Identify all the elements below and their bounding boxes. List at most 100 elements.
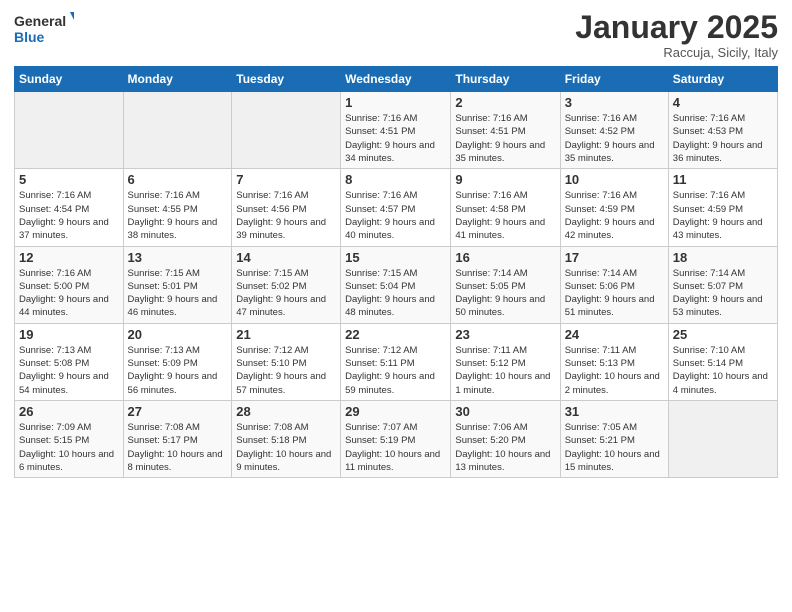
calendar-cell: 23 Sunrise: 7:11 AM Sunset: 5:12 PM Dayli…: [451, 323, 560, 400]
day-info: Sunrise: 7:16 AM Sunset: 4:59 PM Dayligh…: [565, 189, 664, 242]
day-number: 6: [128, 172, 228, 187]
day-number: 7: [236, 172, 336, 187]
day-number: 4: [673, 95, 773, 110]
day-info: Sunrise: 7:08 AM Sunset: 5:18 PM Dayligh…: [236, 421, 336, 474]
day-info: Sunrise: 7:16 AM Sunset: 4:51 PM Dayligh…: [345, 112, 446, 165]
day-number: 8: [345, 172, 446, 187]
day-number: 30: [455, 404, 555, 419]
day-number: 22: [345, 327, 446, 342]
day-number: 16: [455, 250, 555, 265]
calendar-cell: 8 Sunrise: 7:16 AM Sunset: 4:57 PM Daylig…: [341, 169, 451, 246]
day-number: 23: [455, 327, 555, 342]
calendar-cell: 2 Sunrise: 7:16 AM Sunset: 4:51 PM Daylig…: [451, 92, 560, 169]
day-info: Sunrise: 7:15 AM Sunset: 5:02 PM Dayligh…: [236, 267, 336, 320]
calendar-cell: 26 Sunrise: 7:09 AM Sunset: 5:15 PM Dayli…: [15, 400, 124, 477]
calendar-cell: 9 Sunrise: 7:16 AM Sunset: 4:58 PM Daylig…: [451, 169, 560, 246]
day-number: 1: [345, 95, 446, 110]
calendar-cell: [232, 92, 341, 169]
day-info: Sunrise: 7:14 AM Sunset: 5:06 PM Dayligh…: [565, 267, 664, 320]
calendar-cell: 30Sunrise: 7:06 AM Sunset: 5:20 PM Dayli…: [451, 400, 560, 477]
day-info: Sunrise: 7:10 AM Sunset: 5:14 PM Dayligh…: [673, 344, 773, 397]
week-row-0: 1 Sunrise: 7:16 AM Sunset: 4:51 PM Daylig…: [15, 92, 778, 169]
calendar-cell: 22Sunrise: 7:12 AM Sunset: 5:11 PM Dayli…: [341, 323, 451, 400]
calendar-cell: 28 Sunrise: 7:08 AM Sunset: 5:18 PM Dayli…: [232, 400, 341, 477]
day-number: 27: [128, 404, 228, 419]
day-number: 14: [236, 250, 336, 265]
day-number: 26: [19, 404, 119, 419]
day-info: Sunrise: 7:05 AM Sunset: 5:21 PM Dayligh…: [565, 421, 664, 474]
day-info: Sunrise: 7:16 AM Sunset: 4:57 PM Dayligh…: [345, 189, 446, 242]
header-thursday: Thursday: [451, 67, 560, 92]
calendar-cell: 17 Sunrise: 7:14 AM Sunset: 5:06 PM Dayli…: [560, 246, 668, 323]
day-info: Sunrise: 7:14 AM Sunset: 5:05 PM Dayligh…: [455, 267, 555, 320]
day-info: Sunrise: 7:16 AM Sunset: 5:00 PM Dayligh…: [19, 267, 119, 320]
calendar-cell: 4 Sunrise: 7:16 AM Sunset: 4:53 PM Daylig…: [668, 92, 777, 169]
week-row-4: 26 Sunrise: 7:09 AM Sunset: 5:15 PM Dayli…: [15, 400, 778, 477]
location: Raccuja, Sicily, Italy: [575, 45, 778, 60]
calendar-cell: 3Sunrise: 7:16 AM Sunset: 4:52 PM Daylig…: [560, 92, 668, 169]
header-friday: Friday: [560, 67, 668, 92]
calendar-cell: 13 Sunrise: 7:15 AM Sunset: 5:01 PM Dayli…: [123, 246, 232, 323]
day-info: Sunrise: 7:16 AM Sunset: 4:53 PM Dayligh…: [673, 112, 773, 165]
calendar-cell: 29 Sunrise: 7:07 AM Sunset: 5:19 PM Dayli…: [341, 400, 451, 477]
calendar-cell: 10 Sunrise: 7:16 AM Sunset: 4:59 PM Dayli…: [560, 169, 668, 246]
day-number: 15: [345, 250, 446, 265]
calendar-cell: 18 Sunrise: 7:14 AM Sunset: 5:07 PM Dayli…: [668, 246, 777, 323]
calendar-cell: 15 Sunrise: 7:15 AM Sunset: 5:04 PM Dayli…: [341, 246, 451, 323]
calendar-cell: 11 Sunrise: 7:16 AM Sunset: 4:59 PM Dayli…: [668, 169, 777, 246]
day-number: 25: [673, 327, 773, 342]
calendar-cell: 16 Sunrise: 7:14 AM Sunset: 5:05 PM Dayli…: [451, 246, 560, 323]
calendar-cell: 19 Sunrise: 7:13 AM Sunset: 5:08 PM Dayli…: [15, 323, 124, 400]
day-info: Sunrise: 7:13 AM Sunset: 5:09 PM Dayligh…: [128, 344, 228, 397]
day-number: 29: [345, 404, 446, 419]
calendar-cell: 6 Sunrise: 7:16 AM Sunset: 4:55 PM Daylig…: [123, 169, 232, 246]
day-info: Sunrise: 7:14 AM Sunset: 5:07 PM Dayligh…: [673, 267, 773, 320]
day-info: Sunrise: 7:11 AM Sunset: 5:13 PM Dayligh…: [565, 344, 664, 397]
weekday-header-row: Sunday Monday Tuesday Wednesday Thursday…: [15, 67, 778, 92]
header: General Blue January 2025 Raccuja, Sicil…: [14, 10, 778, 60]
calendar-cell: 12 Sunrise: 7:16 AM Sunset: 5:00 PM Dayli…: [15, 246, 124, 323]
day-number: 13: [128, 250, 228, 265]
day-info: Sunrise: 7:08 AM Sunset: 5:17 PM Dayligh…: [128, 421, 228, 474]
month-title: January 2025: [575, 10, 778, 45]
header-saturday: Saturday: [668, 67, 777, 92]
day-info: Sunrise: 7:16 AM Sunset: 4:58 PM Dayligh…: [455, 189, 555, 242]
day-number: 11: [673, 172, 773, 187]
day-info: Sunrise: 7:16 AM Sunset: 4:55 PM Dayligh…: [128, 189, 228, 242]
svg-text:Blue: Blue: [14, 29, 45, 45]
day-info: Sunrise: 7:11 AM Sunset: 5:12 PM Dayligh…: [455, 344, 555, 397]
day-info: Sunrise: 7:13 AM Sunset: 5:08 PM Dayligh…: [19, 344, 119, 397]
calendar-cell: 27 Sunrise: 7:08 AM Sunset: 5:17 PM Dayli…: [123, 400, 232, 477]
week-row-3: 19 Sunrise: 7:13 AM Sunset: 5:08 PM Dayli…: [15, 323, 778, 400]
day-number: 20: [128, 327, 228, 342]
calendar-cell: 1 Sunrise: 7:16 AM Sunset: 4:51 PM Daylig…: [341, 92, 451, 169]
day-info: Sunrise: 7:07 AM Sunset: 5:19 PM Dayligh…: [345, 421, 446, 474]
week-row-1: 5Sunrise: 7:16 AM Sunset: 4:54 PM Daylig…: [15, 169, 778, 246]
day-number: 19: [19, 327, 119, 342]
day-info: Sunrise: 7:16 AM Sunset: 4:56 PM Dayligh…: [236, 189, 336, 242]
day-number: 17: [565, 250, 664, 265]
day-info: Sunrise: 7:15 AM Sunset: 5:01 PM Dayligh…: [128, 267, 228, 320]
day-info: Sunrise: 7:16 AM Sunset: 4:59 PM Dayligh…: [673, 189, 773, 242]
day-number: 24: [565, 327, 664, 342]
day-number: 10: [565, 172, 664, 187]
day-info: Sunrise: 7:09 AM Sunset: 5:15 PM Dayligh…: [19, 421, 119, 474]
day-number: 12: [19, 250, 119, 265]
day-info: Sunrise: 7:16 AM Sunset: 4:54 PM Dayligh…: [19, 189, 119, 242]
calendar: Sunday Monday Tuesday Wednesday Thursday…: [14, 66, 778, 478]
calendar-cell: 24 Sunrise: 7:11 AM Sunset: 5:13 PM Dayli…: [560, 323, 668, 400]
day-number: 28: [236, 404, 336, 419]
calendar-cell: 5Sunrise: 7:16 AM Sunset: 4:54 PM Daylig…: [15, 169, 124, 246]
logo-icon: General Blue: [14, 10, 74, 48]
logo: General Blue: [14, 10, 74, 48]
calendar-cell: 31Sunrise: 7:05 AM Sunset: 5:21 PM Dayli…: [560, 400, 668, 477]
day-info: Sunrise: 7:12 AM Sunset: 5:10 PM Dayligh…: [236, 344, 336, 397]
day-number: 2: [455, 95, 555, 110]
day-number: 18: [673, 250, 773, 265]
day-info: Sunrise: 7:16 AM Sunset: 4:51 PM Dayligh…: [455, 112, 555, 165]
day-number: 9: [455, 172, 555, 187]
calendar-cell: [668, 400, 777, 477]
calendar-cell: 14 Sunrise: 7:15 AM Sunset: 5:02 PM Dayli…: [232, 246, 341, 323]
day-info: Sunrise: 7:15 AM Sunset: 5:04 PM Dayligh…: [345, 267, 446, 320]
week-row-2: 12 Sunrise: 7:16 AM Sunset: 5:00 PM Dayli…: [15, 246, 778, 323]
